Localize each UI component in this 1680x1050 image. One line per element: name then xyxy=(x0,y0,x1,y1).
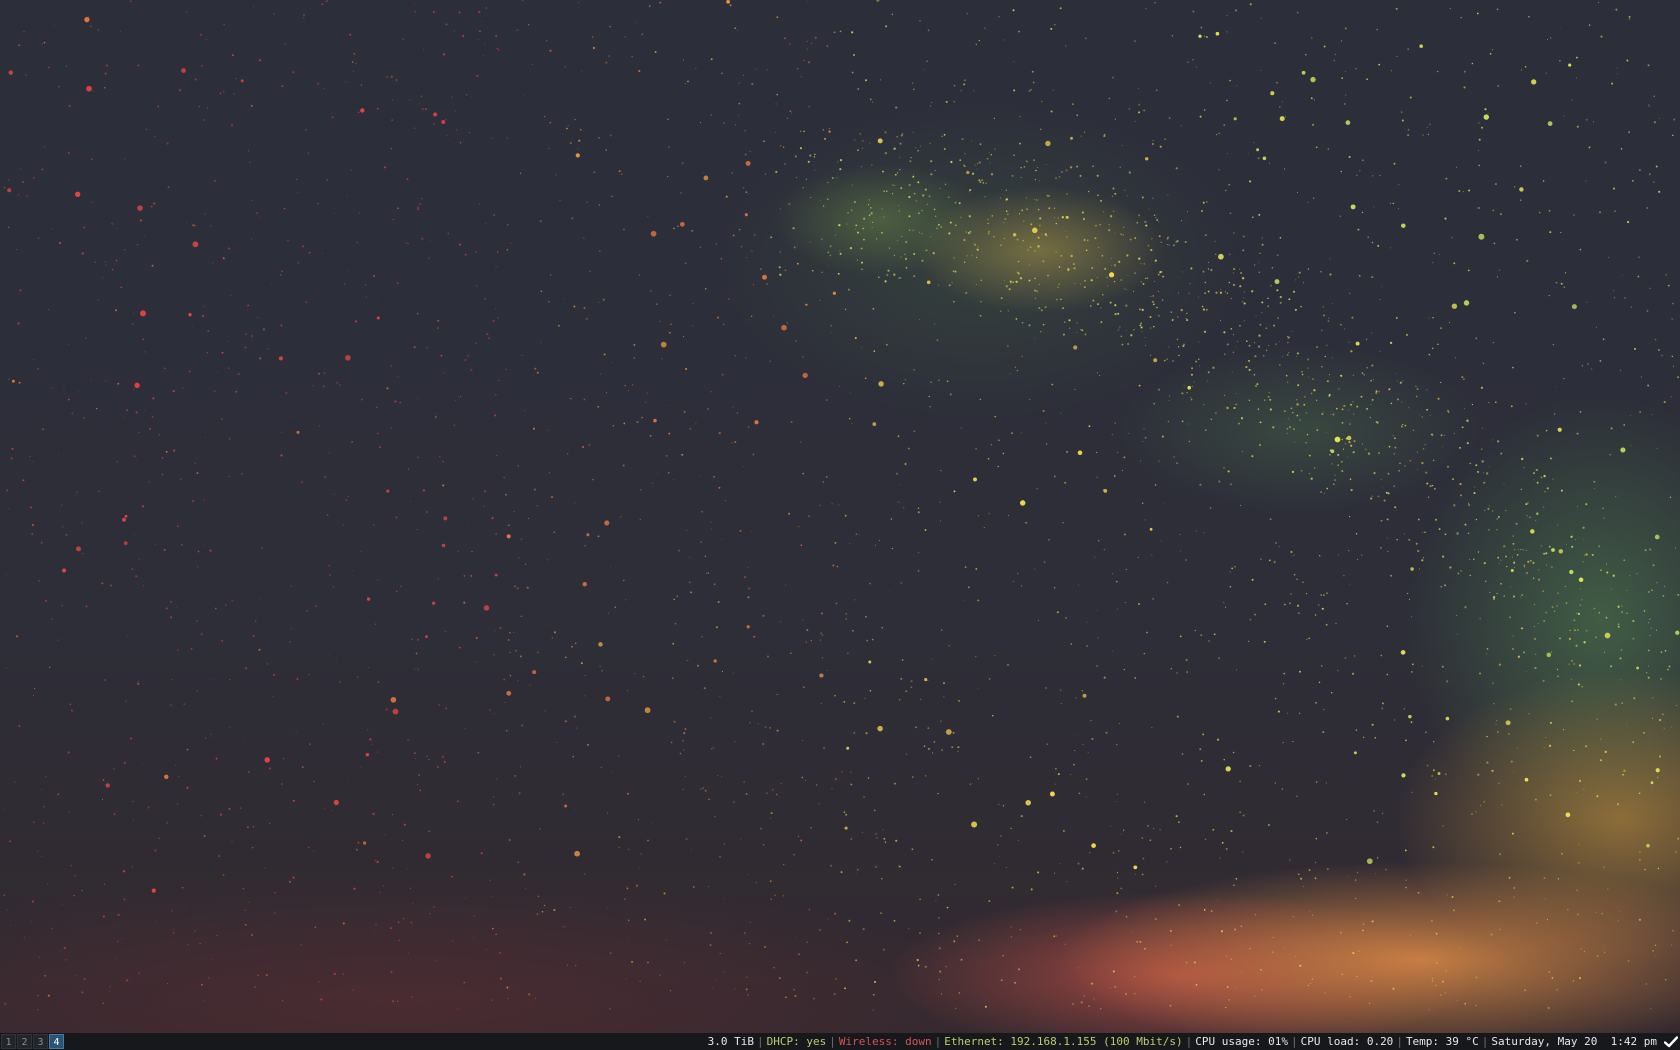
status-separator: | xyxy=(1185,1035,1193,1048)
workspace-switcher: 1 2 3 4 xyxy=(0,1033,64,1050)
workspace-button-3[interactable]: 3 xyxy=(33,1034,48,1049)
checkmark-icon[interactable] xyxy=(1664,1035,1678,1049)
status-separator: | xyxy=(829,1035,836,1048)
wireless-status: Wireless: down xyxy=(838,1035,932,1048)
disk-space-status: 3.0 TiB xyxy=(707,1035,754,1048)
desktop-wallpaper xyxy=(0,0,1680,1033)
workspace-button-2[interactable]: 2 xyxy=(17,1034,32,1049)
temperature-status: Temp: 39 °C xyxy=(1405,1035,1479,1048)
status-blocks: 3.0 TiB | DHCP: yes | Wireless: down | E… xyxy=(705,1033,1680,1050)
starfield-wallpaper-image xyxy=(1,0,1680,1011)
status-separator: | xyxy=(934,1035,942,1048)
workspace-button-4[interactable]: 4 xyxy=(49,1034,64,1049)
cpu-usage-status: CPU usage: 01% xyxy=(1195,1035,1288,1048)
status-separator: | xyxy=(1396,1035,1403,1048)
cpu-load-status: CPU load: 0.20 xyxy=(1300,1035,1394,1048)
ethernet-status: Ethernet: 192.168.1.155 (100 Mbit/s) xyxy=(944,1035,1183,1048)
status-bar: 1 2 3 4 3.0 TiB | DHCP: yes | Wireless: … xyxy=(0,1033,1680,1050)
status-separator: | xyxy=(1290,1035,1298,1048)
status-separator: | xyxy=(1481,1035,1489,1048)
datetime-status: Saturday, May 20 1:42 pm xyxy=(1491,1035,1657,1048)
status-separator: | xyxy=(757,1035,764,1048)
dhcp-status: DHCP: yes xyxy=(766,1035,827,1048)
workspace-button-1[interactable]: 1 xyxy=(1,1034,16,1049)
